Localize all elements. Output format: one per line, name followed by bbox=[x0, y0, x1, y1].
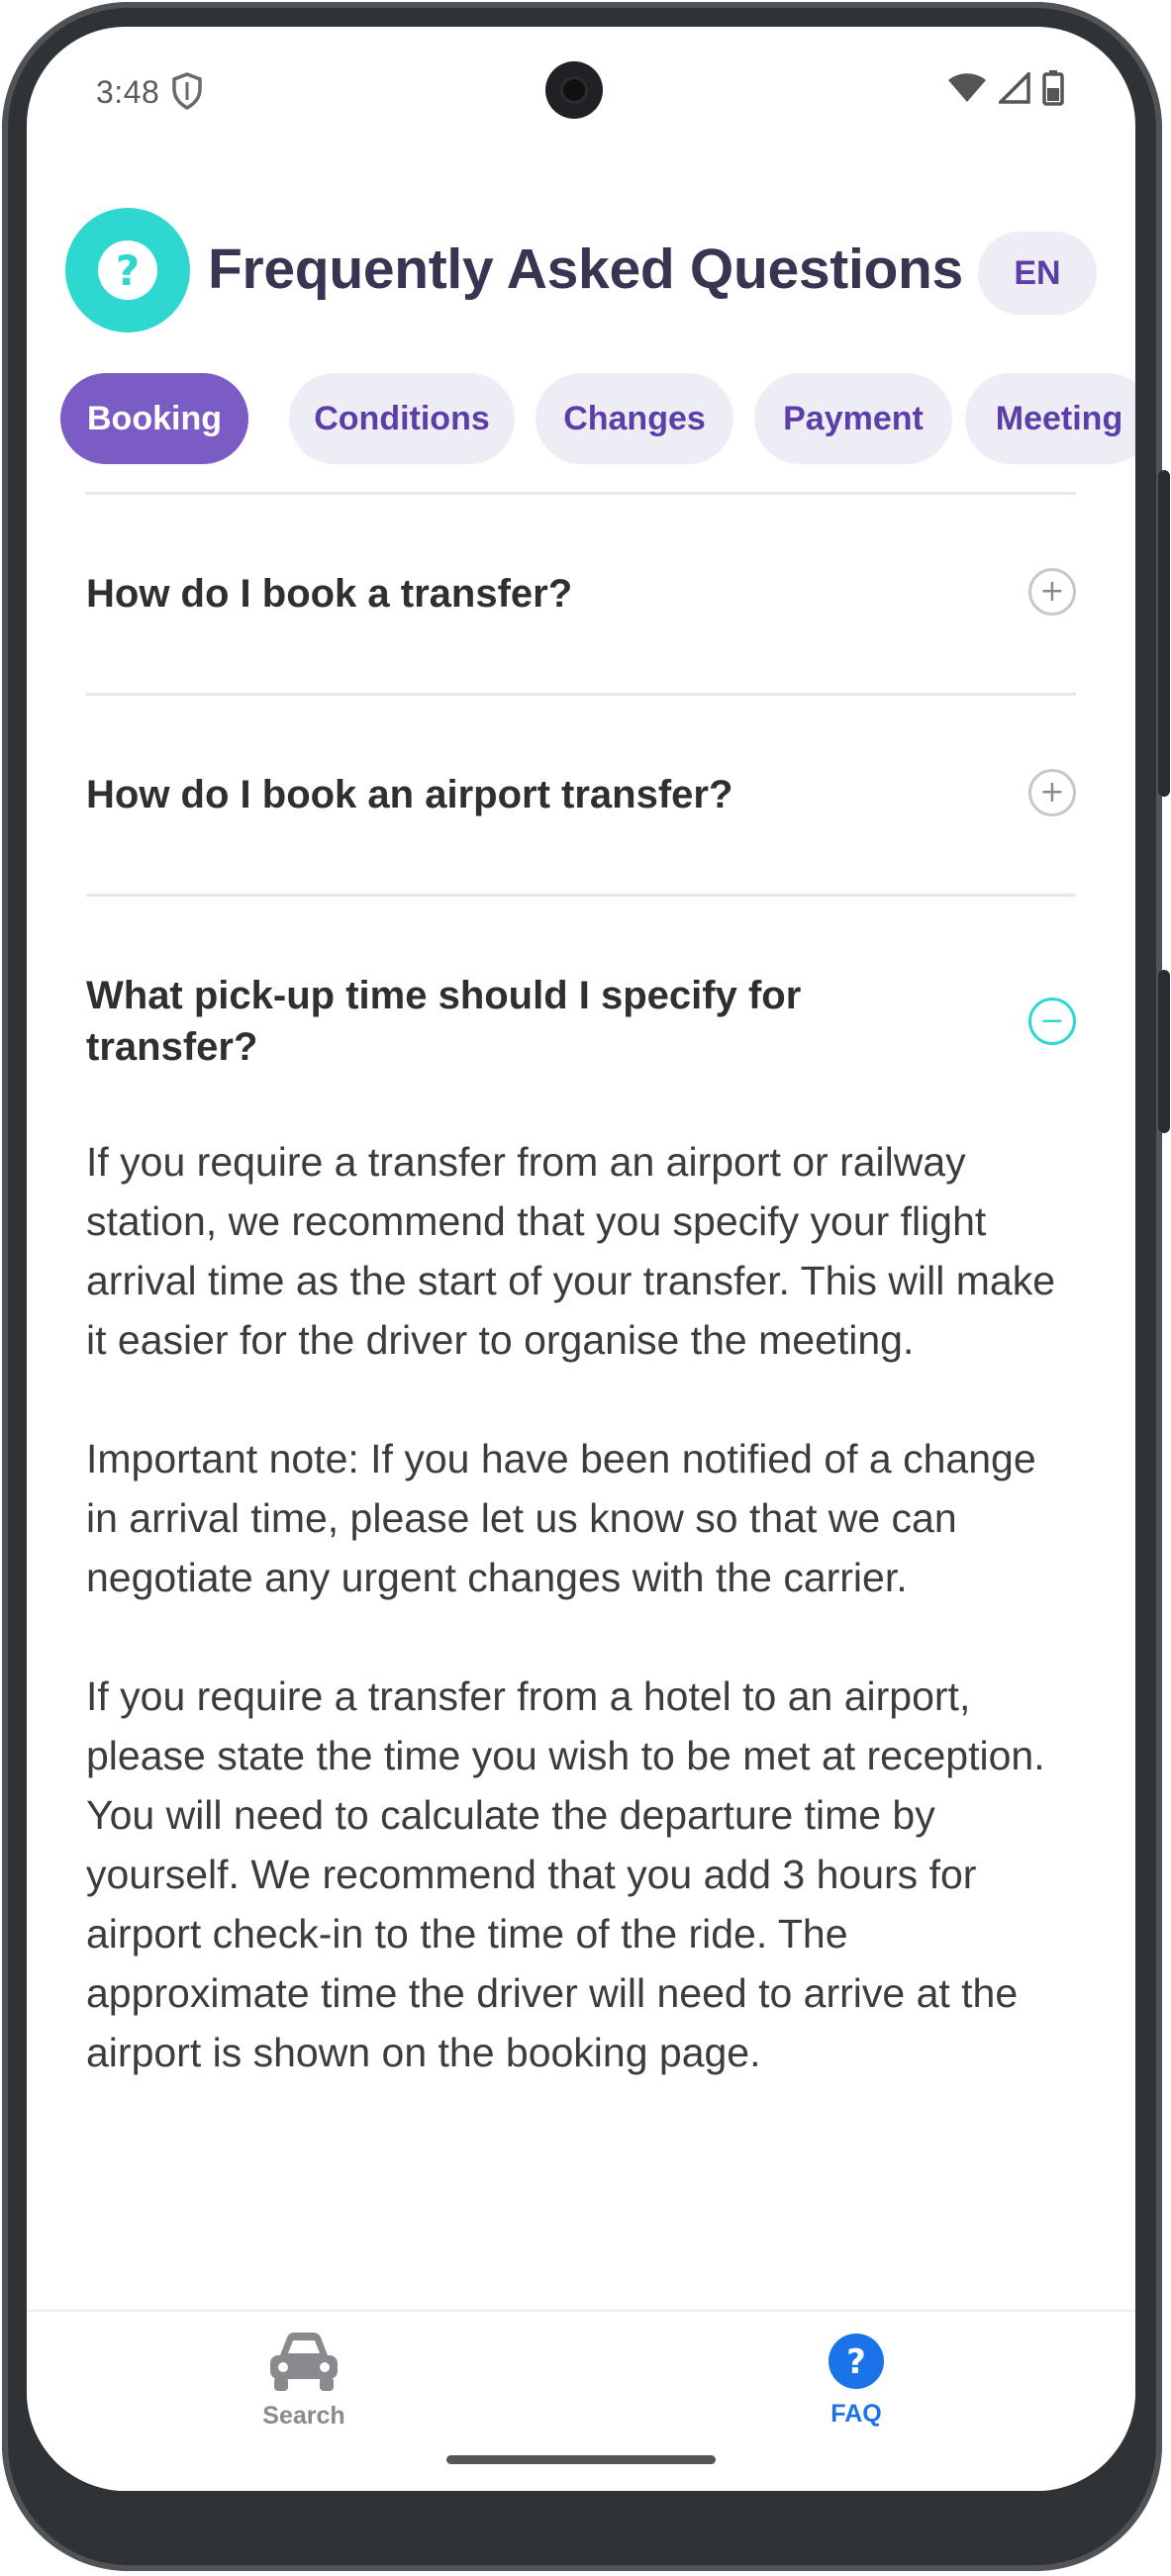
collapse-icon[interactable]: − bbox=[1028, 998, 1076, 1045]
faq-item-expanded[interactable]: What pick-up time should I specify for t… bbox=[86, 897, 1076, 2082]
svg-text:?: ? bbox=[846, 2342, 866, 2382]
home-indicator[interactable] bbox=[446, 2455, 716, 2464]
shield-icon bbox=[171, 72, 203, 115]
faq-item[interactable]: How do I book an airport transfer? + bbox=[86, 696, 1076, 894]
tab-booking[interactable]: Booking bbox=[60, 373, 248, 464]
tab-changes[interactable]: Changes bbox=[536, 373, 733, 464]
device: 3:48 ? Frequently Asked Questions EN Boo… bbox=[0, 0, 1171, 2576]
answer-paragraph: If you require a transfer from an airpor… bbox=[86, 1139, 1056, 1363]
answer-paragraph: If you require a transfer from a hotel t… bbox=[86, 1673, 1045, 2075]
faq-answer: If you require a transfer from an airpor… bbox=[86, 1132, 1076, 2082]
expand-icon[interactable]: + bbox=[1028, 568, 1076, 616]
answer-paragraph: Important note: If you have been notifie… bbox=[86, 1436, 1036, 1600]
app-header: ? Frequently Asked Questions EN bbox=[27, 180, 1135, 333]
tab-meeting[interactable]: Meeting bbox=[965, 373, 1135, 464]
nav-search[interactable]: Search bbox=[205, 2332, 403, 2431]
car-icon bbox=[266, 2333, 342, 2397]
faq-item[interactable]: How do I book a transfer? + bbox=[86, 495, 1076, 693]
expand-icon[interactable]: + bbox=[1028, 769, 1076, 816]
status-icons bbox=[947, 69, 1064, 111]
nav-label: FAQ bbox=[830, 2400, 882, 2428]
logo-glyph: ? bbox=[98, 240, 157, 300]
signal-icon bbox=[996, 69, 1030, 109]
faq-question: How do I book a transfer? bbox=[86, 572, 573, 616]
wifi-icon bbox=[947, 72, 987, 109]
question-mark-icon: ? bbox=[65, 208, 190, 333]
nav-label: Search bbox=[262, 2402, 345, 2430]
front-camera bbox=[545, 61, 603, 119]
category-tabs: Booking Conditions Changes Payment Meeti… bbox=[56, 373, 1135, 464]
volume-button bbox=[1158, 970, 1170, 1133]
power-button bbox=[1158, 470, 1170, 797]
help-circle-icon: ? bbox=[827, 2334, 886, 2395]
battery-icon bbox=[1042, 70, 1064, 111]
status-bar: 3:48 bbox=[27, 27, 1135, 145]
nav-faq[interactable]: ? FAQ bbox=[757, 2332, 955, 2429]
tab-payment[interactable]: Payment bbox=[754, 373, 952, 464]
faq-question: What pick-up time should I specify for t… bbox=[86, 974, 802, 1069]
status-time: 3:48 bbox=[96, 74, 160, 110]
faq-question: How do I book an airport transfer? bbox=[86, 773, 733, 816]
language-button[interactable]: EN bbox=[978, 232, 1097, 315]
page-title: Frequently Asked Questions bbox=[208, 238, 963, 301]
screen: 3:48 ? Frequently Asked Questions EN Boo… bbox=[27, 27, 1135, 2491]
faq-list: How do I book a transfer? + How do I boo… bbox=[86, 492, 1076, 2142]
tab-conditions[interactable]: Conditions bbox=[289, 373, 515, 464]
